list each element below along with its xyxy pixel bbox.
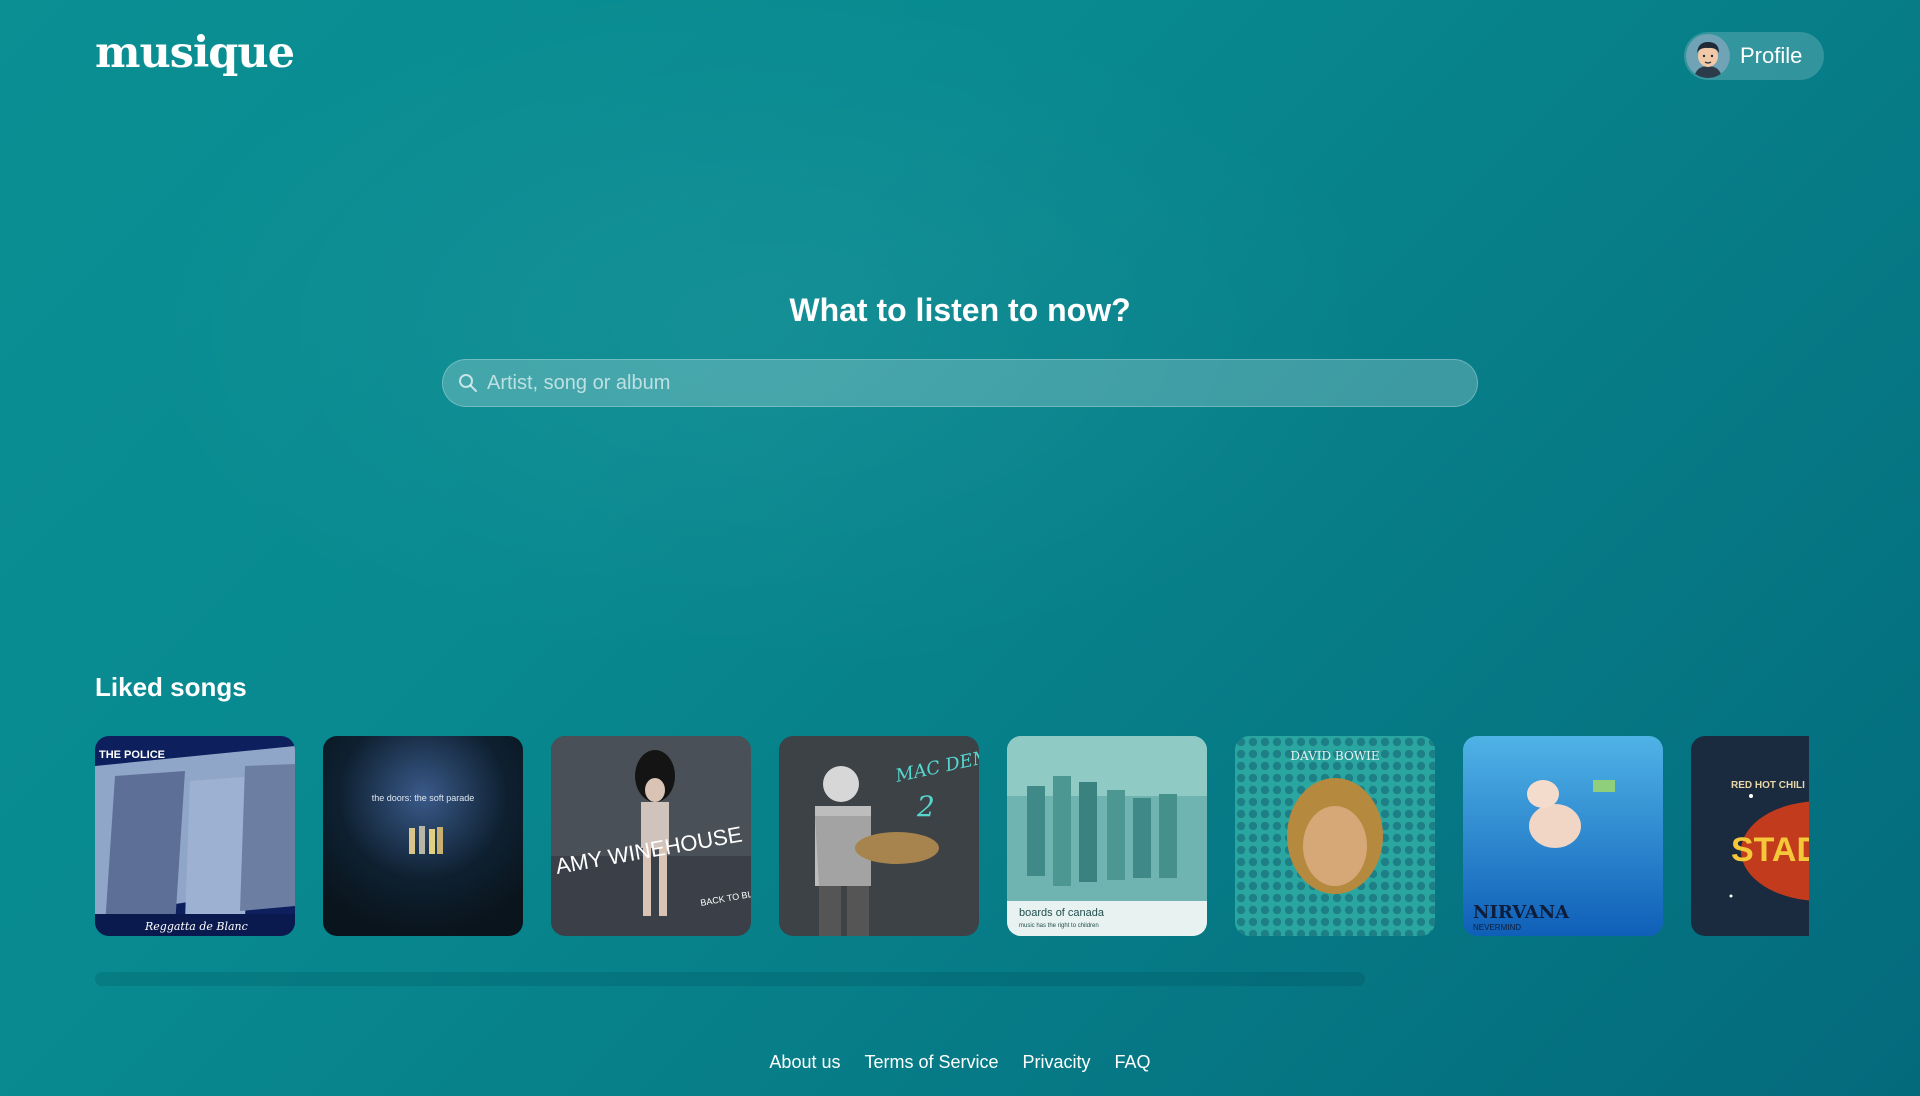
footer-link-terms[interactable]: Terms of Service: [864, 1052, 998, 1073]
footer-link-privacy[interactable]: Privacity: [1023, 1052, 1091, 1073]
svg-text:NEVERMIND: NEVERMIND: [1473, 923, 1521, 932]
album-card-david-bowie[interactable]: DAVID BOWIE: [1235, 736, 1435, 936]
svg-text:RED HOT CHILI: RED HOT CHILI: [1731, 780, 1805, 791]
album-cover-rhcp: RED HOT CHILI STAD ARCA: [1691, 736, 1809, 936]
liked-songs-row[interactable]: THE POLICE Reggatta de Blanc the doors: …: [95, 736, 1809, 936]
svg-text:DAVID BOWIE: DAVID BOWIE: [1290, 749, 1379, 763]
album-card-police-reggatta-de-blanc[interactable]: THE POLICE Reggatta de Blanc: [95, 736, 295, 936]
footer: About us Terms of Service Privacity FAQ: [0, 1052, 1920, 1073]
profile-label: Profile: [1740, 43, 1803, 68]
album-card-mac-demarco-2[interactable]: MAC DEMARCO 2: [779, 736, 979, 936]
liked-songs-scrollbar[interactable]: [95, 972, 1365, 986]
avatar: [1686, 34, 1730, 78]
search-input[interactable]: [485, 359, 1477, 407]
svg-text:STAD ARCA: STAD ARCA: [1731, 831, 1809, 869]
svg-text:NIRVANA: NIRVANA: [1473, 902, 1570, 923]
liked-songs-title: Liked songs: [95, 672, 247, 702]
search-icon: [459, 374, 477, 392]
album-card-nirvana-nevermind[interactable]: NIRVANA NEVERMIND: [1463, 736, 1663, 936]
album-card-doors-soft-parade[interactable]: the doors: the soft parade: [323, 736, 523, 936]
svg-text:the doors: the soft parade: the doors: the soft parade: [372, 793, 475, 803]
album-card-rhcp-stadium-arcadium[interactable]: RED HOT CHILI STAD ARCA: [1691, 736, 1809, 936]
svg-text:Reggatta de Blanc: Reggatta de Blanc: [144, 920, 248, 933]
footer-link-faq[interactable]: FAQ: [1115, 1052, 1151, 1073]
album-cover-police: THE POLICE Reggatta de Blanc: [95, 736, 295, 936]
album-card-amy-winehouse-back-to-black[interactable]: AMY WINEHOUSE BACK TO BLACK: [551, 736, 751, 936]
svg-text:THE POLICE: THE POLICE: [99, 749, 165, 761]
album-cover-amy: AMY WINEHOUSE BACK TO BLACK: [551, 736, 751, 936]
svg-text:boards of canada: boards of canada: [1019, 907, 1105, 919]
album-cover-boards-of-canada: boards of canada music has the right to …: [1007, 736, 1207, 936]
svg-text:music has the right to childre: music has the right to children: [1019, 923, 1099, 929]
album-cover-bowie: DAVID BOWIE: [1235, 736, 1435, 936]
album-cover-doors: the doors: the soft parade: [323, 736, 523, 936]
footer-link-about[interactable]: About us: [769, 1052, 840, 1073]
svg-text:2: 2: [916, 790, 935, 823]
profile-button[interactable]: Profile: [1684, 32, 1824, 80]
app-logo[interactable]: musique: [95, 28, 295, 78]
avatar-icon: [1686, 34, 1730, 78]
album-cover-nirvana: NIRVANA NEVERMIND: [1463, 736, 1663, 936]
album-card-boards-of-canada[interactable]: boards of canada music has the right to …: [1007, 736, 1207, 936]
search-bar[interactable]: [442, 359, 1478, 407]
album-cover-mac-demarco: MAC DEMARCO 2: [779, 736, 979, 936]
hero-title: What to listen to now?: [789, 292, 1131, 328]
